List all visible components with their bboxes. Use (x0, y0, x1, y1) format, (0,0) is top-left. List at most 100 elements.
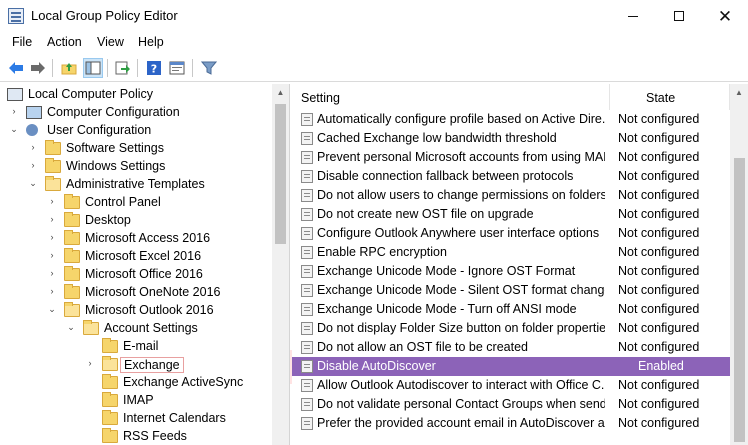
policy-name: Allow Outlook Autodiscover to interact w… (317, 378, 605, 392)
chevron-right-icon[interactable]: › (46, 232, 58, 242)
folder-icon (64, 266, 80, 281)
properties-button[interactable] (167, 58, 187, 78)
chevron-right-icon[interactable]: › (27, 160, 39, 170)
export-list-button[interactable] (113, 58, 133, 78)
tree-item-internet-calendars[interactable]: Internet Calendars (0, 410, 272, 428)
policy-row[interactable]: Exchange Unicode Mode - Turn off ANSI mo… (292, 300, 730, 319)
policy-name: Automatically configure profile based on… (317, 112, 605, 126)
filter-button[interactable] (199, 58, 219, 78)
policy-row[interactable]: Automatically configure profile based on… (292, 110, 730, 129)
policy-row[interactable]: Do not allow an OST file to be created No… (292, 338, 730, 357)
menu-file[interactable]: File (12, 35, 32, 49)
tree-scrollbar-thumb[interactable] (275, 104, 286, 244)
up-one-level-button[interactable] (59, 58, 79, 78)
tree-item-control-panel[interactable]: › Control Panel (0, 194, 272, 212)
tree-item-windows-settings[interactable]: › Windows Settings (0, 158, 272, 176)
policy-state: Not configured (618, 302, 700, 316)
chevron-right-icon[interactable]: › (46, 250, 58, 260)
policy-state: Not configured (618, 245, 700, 259)
tree-item-label: Windows Settings (66, 159, 166, 173)
policy-name: Exchange Unicode Mode - Silent OST forma… (317, 283, 605, 297)
folder-open-icon (83, 320, 99, 335)
chevron-down-icon[interactable]: ⌄ (27, 178, 39, 189)
title-bar: Local Group Policy Editor ✕ (0, 0, 748, 32)
policy-row[interactable]: Disable connection fallback between prot… (292, 167, 730, 186)
svg-text:?: ? (151, 63, 157, 76)
chevron-right-icon[interactable]: › (8, 106, 20, 116)
tree-item-computer-configuration[interactable]: › Computer Configuration (0, 104, 272, 122)
close-button[interactable]: ✕ (702, 0, 748, 32)
tree-item-label: IMAP (123, 393, 154, 407)
policy-name: Exchange Unicode Mode - Ignore OST Forma… (317, 264, 576, 278)
policy-row[interactable]: Do not display Folder Size button on fol… (292, 319, 730, 338)
tree-item-administrative-templates[interactable]: ⌄ Administrative Templates (0, 176, 272, 194)
filter-icon (201, 61, 217, 75)
policy-state: Not configured (618, 226, 700, 240)
chevron-down-icon[interactable]: ⌄ (65, 322, 77, 333)
policy-row[interactable]: Cached Exchange low bandwidth threshold N… (292, 129, 730, 148)
tree-item-microsoft-outlook[interactable]: ⌄ Microsoft Outlook 2016 (0, 302, 272, 320)
policy-row[interactable]: Do not allow users to change permissions… (292, 186, 730, 205)
policy-name: Disable connection fallback between prot… (317, 169, 574, 183)
tree-item-rss-feeds[interactable]: RSS Feeds (0, 428, 272, 445)
help-button[interactable]: ? (144, 58, 164, 78)
tree-item-local-computer-policy[interactable]: Local Computer Policy (0, 86, 272, 104)
column-header-setting[interactable]: Setting (292, 84, 610, 110)
policy-row[interactable]: Exchange Unicode Mode - Silent OST forma… (292, 281, 730, 300)
back-button[interactable] (6, 58, 26, 78)
policy-row[interactable]: Allow Outlook Autodiscover to interact w… (292, 376, 730, 395)
tree-item-exchange[interactable]: › Exchange (0, 356, 272, 374)
tree-item-email[interactable]: E-mail (0, 338, 272, 356)
policy-row[interactable]: Exchange Unicode Mode - Ignore OST Forma… (292, 262, 730, 281)
forward-button[interactable] (28, 58, 48, 78)
policy-row[interactable]: Prefer the provided account email in Aut… (292, 414, 730, 433)
chevron-right-icon[interactable]: › (46, 196, 58, 206)
policy-row[interactable]: Configure Outlook Anywhere user interfac… (292, 224, 730, 243)
menu-help[interactable]: Help (138, 35, 164, 49)
policy-row[interactable]: Do not validate personal Contact Groups … (292, 395, 730, 414)
tree-item-desktop[interactable]: › Desktop (0, 212, 272, 230)
tree-item-imap[interactable]: IMAP (0, 392, 272, 410)
policy-row[interactable]: Do not create new OST file on upgrade Not… (292, 205, 730, 224)
tree-item-label: E-mail (123, 339, 159, 353)
menu-action[interactable]: Action (47, 35, 82, 49)
chevron-right-icon[interactable]: › (46, 214, 58, 224)
policy-scrollbar[interactable]: ▲ (730, 84, 748, 445)
menu-view[interactable]: View (97, 35, 124, 49)
column-header-state[interactable]: State (610, 84, 730, 110)
tree-item-exchange-activesync[interactable]: Exchange ActiveSync (0, 374, 272, 392)
tree-item-microsoft-access[interactable]: › Microsoft Access 2016 (0, 230, 272, 248)
chevron-right-icon[interactable]: › (27, 142, 39, 152)
chevron-down-icon[interactable]: ⌄ (46, 304, 58, 315)
policy-name: Prefer the provided account email in Aut… (317, 416, 605, 430)
tree-item-microsoft-office[interactable]: › Microsoft Office 2016 (0, 266, 272, 284)
tree-item-user-configuration[interactable]: ⌄ User Configuration (0, 122, 272, 140)
policy-setting-icon (301, 417, 313, 430)
policy-state: Not configured (618, 150, 700, 164)
scroll-up-icon[interactable]: ▲ (272, 84, 289, 101)
policy-scrollbar-thumb[interactable] (734, 158, 745, 442)
chevron-right-icon[interactable]: › (84, 358, 96, 368)
toolbar-separator (137, 59, 138, 77)
minimize-button[interactable] (610, 0, 656, 32)
tree-item-microsoft-onenote[interactable]: › Microsoft OneNote 2016 (0, 284, 272, 302)
maximize-button[interactable] (656, 0, 702, 32)
policy-row[interactable]: Enable RPC encryption Not configured (292, 243, 730, 262)
tree-scrollbar[interactable]: ▲ (272, 84, 289, 445)
tree-item-account-settings[interactable]: ⌄ Account Settings (0, 320, 272, 338)
show-hide-tree-button[interactable] (83, 58, 103, 78)
policy-row[interactable]: Prevent personal Microsoft accounts from… (292, 148, 730, 167)
chevron-right-icon[interactable]: › (46, 286, 58, 296)
policy-state: Not configured (618, 321, 700, 335)
tree-item-software-settings[interactable]: › Software Settings (0, 140, 272, 158)
chevron-right-icon[interactable]: › (46, 268, 58, 278)
policy-row-selected[interactable]: Disable AutoDiscover Enabled (292, 357, 730, 376)
tree-item-label: Microsoft OneNote 2016 (85, 285, 221, 299)
toolbar-separator (52, 59, 53, 77)
tree-item-microsoft-excel[interactable]: › Microsoft Excel 2016 (0, 248, 272, 266)
policy-setting-icon (301, 341, 313, 354)
policy-name: Do not validate personal Contact Groups … (317, 397, 605, 411)
chevron-down-icon[interactable]: ⌄ (8, 124, 20, 135)
scroll-up-icon[interactable]: ▲ (730, 84, 748, 101)
policy-name: Do not display Folder Size button on fol… (317, 321, 605, 335)
